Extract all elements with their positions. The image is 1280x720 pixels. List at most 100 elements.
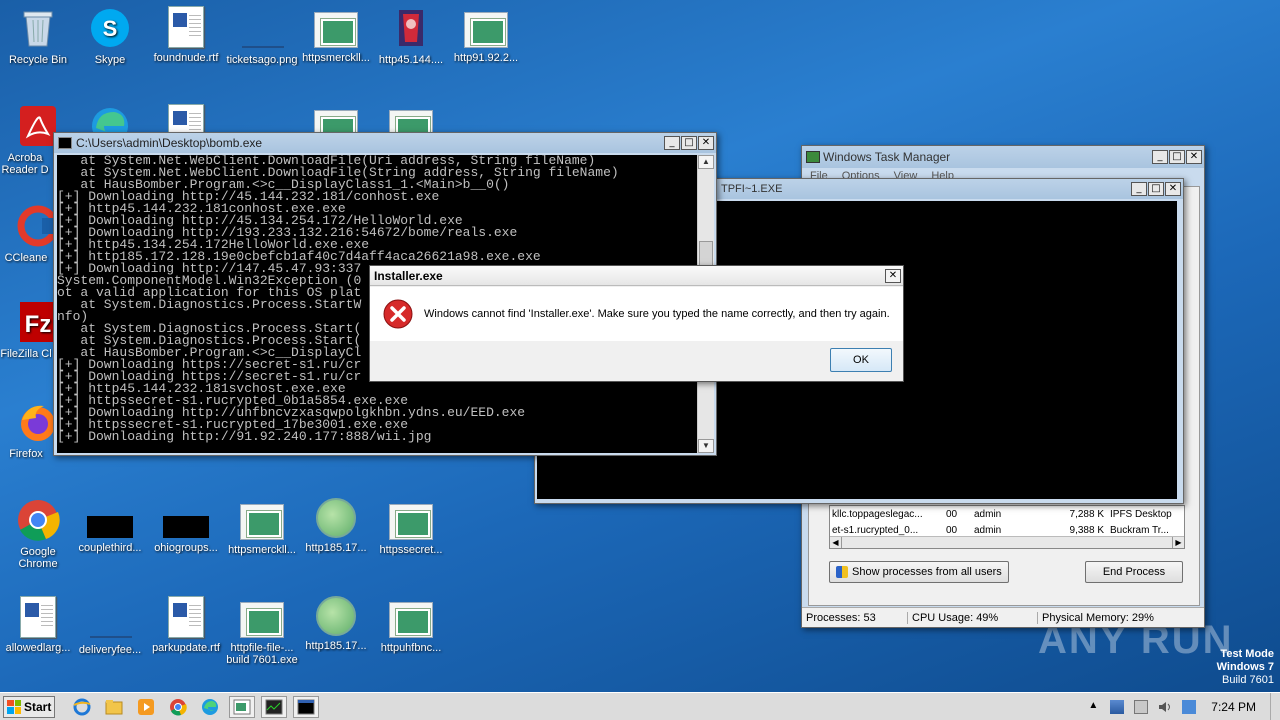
- close-button[interactable]: ✕: [1186, 150, 1202, 164]
- desktop-icon-http91[interactable]: http91.92.2...: [448, 6, 524, 64]
- executable-icon: [314, 12, 358, 48]
- desktop-icon-ohiogroups[interactable]: ohiogroups...: [148, 498, 224, 554]
- console-line: [+] Downloading http://91.92.240.177:888…: [57, 429, 432, 444]
- flag-icon[interactable]: [1182, 699, 1197, 714]
- clock[interactable]: 7:24 PM: [1211, 700, 1256, 714]
- desktop-icon-label: parkupdate.rtf: [152, 642, 220, 654]
- show-desktop-button[interactable]: [1270, 693, 1280, 720]
- close-button[interactable]: ✕: [885, 268, 901, 283]
- desktop-icon-label: ticketsago.png: [226, 54, 298, 66]
- desktop-icon-ticketsago[interactable]: ticketsago.png: [224, 6, 300, 66]
- desktop-icon-parkupdate[interactable]: parkupdate.rtf: [148, 596, 224, 654]
- desktop-icon-label: http185.17...: [305, 640, 367, 652]
- desktop-icon-deliveryfee[interactable]: deliveryfee...: [72, 596, 148, 656]
- process-user: admin: [974, 524, 1002, 536]
- action-center-icon[interactable]: [1134, 699, 1149, 714]
- desktop-icon-httpsmerckll-2[interactable]: httpsmerckll...: [224, 498, 300, 556]
- scroll-left-icon[interactable]: ◀: [830, 537, 842, 548]
- ok-button[interactable]: OK: [830, 348, 892, 372]
- desktop-icon-httpssecret[interactable]: httpssecret...: [373, 498, 449, 556]
- file-icon: [87, 516, 133, 538]
- task-manager-statusbar: Processes: 53 CPU Usage: 49% Physical Me…: [802, 607, 1204, 627]
- internet-explorer-icon: [73, 698, 91, 715]
- desktop-icon-httpuhfbnc[interactable]: httpuhfbnc...: [373, 596, 449, 654]
- executable-icon: [233, 699, 251, 714]
- desktop-icon-allowedlarg[interactable]: allowedlarg...: [0, 596, 76, 654]
- process-cpu: 00: [946, 508, 958, 520]
- taskbar-bomb-exe[interactable]: [229, 695, 255, 718]
- close-button[interactable]: ✕: [698, 136, 714, 150]
- maximize-button[interactable]: □: [681, 136, 697, 150]
- desktop-icon-httpfile[interactable]: httpfile-file-... build 7601.exe: [224, 596, 300, 666]
- dialog-titlebar[interactable]: Installer.exe ✕: [370, 266, 903, 286]
- process-memory: 7,288 K: [1069, 508, 1104, 520]
- taskbar-explorer[interactable]: [101, 696, 127, 718]
- desktop-icon-recycle-bin[interactable]: Recycle Bin: [0, 6, 76, 66]
- desktop-icon-label: httpsmerckll...: [302, 52, 370, 64]
- end-process-button[interactable]: End Process: [1085, 561, 1183, 583]
- desktop-icon-label: Acroba Reader D: [1, 152, 49, 176]
- desktop-icon-label-line2: build 7601.exe: [226, 654, 298, 666]
- show-all-processes-button[interactable]: Show processes from all users: [829, 561, 1009, 583]
- desktop-icon-label: http91.92.2...: [453, 52, 519, 64]
- taskbar-chrome[interactable]: [165, 696, 191, 718]
- maximize-button[interactable]: □: [1169, 150, 1185, 164]
- edge-icon: [202, 698, 218, 715]
- desktop-icon-chrome[interactable]: Google Chrome: [0, 498, 76, 570]
- desktop-icon-label: deliveryfee...: [78, 644, 142, 656]
- svg-text:Fz: Fz: [25, 311, 52, 338]
- desktop-icon-label: allowedlarg...: [5, 642, 71, 654]
- minimize-button[interactable]: _: [1131, 182, 1147, 196]
- maximize-button[interactable]: □: [1148, 182, 1164, 196]
- horizontal-scrollbar[interactable]: ◀ ▶: [830, 536, 1184, 548]
- start-button[interactable]: Start: [3, 695, 55, 718]
- taskbar-edge[interactable]: [197, 696, 223, 718]
- svg-text:S: S: [103, 16, 118, 41]
- process-user: admin: [974, 508, 1002, 520]
- volume-icon[interactable]: [1158, 700, 1172, 714]
- bomb-console-titlebar[interactable]: C:\Users\admin\Desktop\bomb.exe _ □ ✕: [54, 133, 716, 153]
- task-manager-icon: [265, 699, 283, 714]
- scroll-right-icon[interactable]: ▶: [1172, 537, 1184, 548]
- process-description: Buckram Tr...: [1110, 524, 1169, 536]
- status-memory: Physical Memory: 29%: [1042, 611, 1154, 624]
- desktop-icon-skype[interactable]: S Skype: [72, 6, 148, 66]
- test-mode-label: Test Mode: [1220, 648, 1274, 660]
- desktop-icon-label: Firefox: [9, 448, 43, 460]
- taskbar-console[interactable]: [293, 695, 319, 718]
- dialog-title: Installer.exe: [374, 268, 443, 283]
- executable-icon: [316, 498, 356, 538]
- close-button[interactable]: ✕: [1165, 182, 1181, 196]
- desktop-icon-label: foundnude.rtf: [153, 52, 219, 64]
- folder-icon: [105, 699, 123, 714]
- desktop-icon-http185-2[interactable]: http185.17...: [298, 596, 374, 652]
- image-file-icon: [240, 6, 284, 50]
- minimize-button[interactable]: _: [664, 136, 680, 150]
- task-manager-titlebar[interactable]: Windows Task Manager _ □ ✕: [802, 146, 1204, 168]
- windows-logo-icon: [7, 699, 21, 714]
- table-row[interactable]: kllc.toppageslegac... 00 admin 7,288 K I…: [830, 506, 1184, 522]
- desktop-icon-label: CCleane: [4, 252, 48, 264]
- desktop-icon-http45[interactable]: http45.144....: [373, 6, 449, 66]
- minimize-button[interactable]: _: [1152, 150, 1168, 164]
- scroll-up-icon[interactable]: ▲: [698, 155, 714, 169]
- network-icon[interactable]: [1110, 699, 1125, 714]
- taskbar-ie[interactable]: [69, 696, 95, 718]
- desktop-icon-label: FileZilla Cl: [0, 348, 52, 360]
- desktop-icon-foundnude[interactable]: foundnude.rtf: [148, 6, 224, 64]
- start-label: Start: [24, 699, 52, 714]
- chrome-icon: [170, 698, 187, 716]
- skype-icon: S: [88, 6, 132, 50]
- desktop-icon-couplethird[interactable]: couplethird...: [72, 498, 148, 554]
- scroll-down-icon[interactable]: ▼: [698, 439, 714, 453]
- desktop-icon-label: http45.144....: [378, 54, 444, 66]
- show-hidden-icons-icon[interactable]: ▲: [1086, 700, 1100, 714]
- installer-error-dialog[interactable]: Installer.exe ✕ Windows cannot find 'Ins…: [369, 265, 904, 382]
- windows-version-label: Windows 7: [1216, 661, 1274, 673]
- taskbar-task-manager[interactable]: [261, 695, 287, 718]
- desktop-icon-http185[interactable]: http185.17...: [298, 498, 374, 554]
- file-icon: [163, 516, 209, 538]
- taskbar-media-player[interactable]: [133, 696, 159, 718]
- desktop-icon-httpsmerckll[interactable]: httpsmerckll...: [298, 6, 374, 64]
- desktop-icon-label: Google Chrome: [18, 546, 58, 570]
